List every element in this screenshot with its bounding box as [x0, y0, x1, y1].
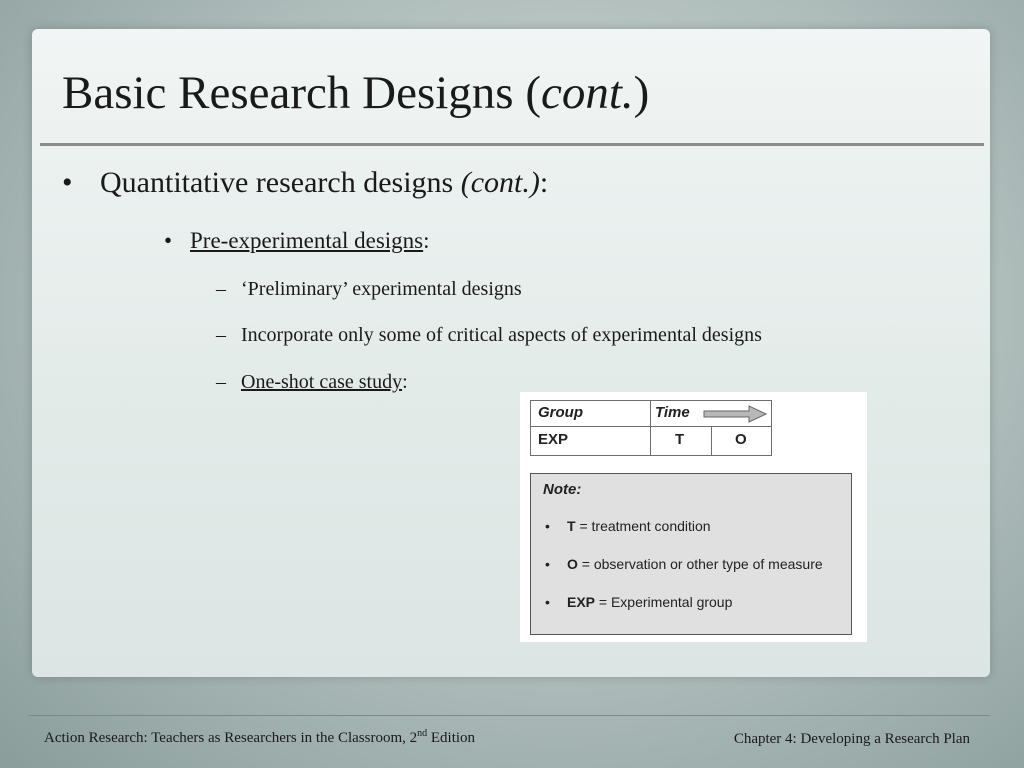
note-bullet: • — [545, 594, 550, 610]
one-shot-figure: Group Time EXP T O Note: • T = treatment … — [520, 392, 867, 642]
sub-item-suffix: : — [402, 371, 408, 393]
header-group: Group — [538, 404, 583, 421]
note-key: O — [567, 556, 578, 572]
row-group: EXP — [538, 431, 569, 448]
note-bullet: • — [545, 518, 550, 534]
title-rule — [40, 143, 984, 146]
slide-title: Basic Research Designs (cont.) — [62, 66, 649, 120]
title-end: ) — [633, 67, 650, 119]
note-key: EXP — [567, 594, 596, 610]
footer-left-text: Action Research: Teachers as Researchers… — [44, 730, 418, 746]
bullet-suffix: : — [539, 166, 549, 199]
sub-item-text: One-shot case study — [241, 371, 403, 393]
bullet-text: Pre-experimental designs — [190, 228, 424, 253]
design-table: Group Time EXP T O — [530, 400, 772, 456]
time-arrow-icon — [703, 405, 767, 423]
sub-item-text: Incorporate only some of critical aspect… — [241, 324, 762, 346]
sub-item-text: ‘Preliminary’ experimental designs — [241, 278, 522, 300]
note-key: T — [567, 518, 576, 534]
table-divider — [650, 401, 651, 455]
bullet-pre-experimental: • Pre-experimental designs: — [164, 228, 430, 254]
note-text: = treatment condition — [575, 518, 711, 534]
bullet-quantitative: • Quantitative research designs (cont.): — [62, 166, 548, 200]
footer-chapter: Chapter 4: Developing a Research Plan — [733, 731, 970, 747]
bullet-marker: • — [164, 228, 173, 253]
title-text: Basic Research Designs ( — [62, 67, 541, 119]
row-t: T — [675, 431, 685, 448]
note-text: = observation or other type of measure — [577, 556, 823, 572]
note-bullet: • — [545, 556, 550, 572]
sub-item-incorporate: – Incorporate only some of critical aspec… — [216, 324, 762, 347]
note-item: • T = treatment condition — [545, 518, 711, 534]
bullet-text: Quantitative research designs — [100, 166, 461, 199]
note-title: Note: — [543, 481, 582, 498]
bullet-italic: (cont.) — [460, 166, 540, 199]
sub-item-one-shot: – One-shot case study: — [216, 371, 408, 394]
dash-marker: – — [216, 371, 226, 393]
note-item: • O = observation or other type of measur… — [545, 556, 823, 572]
footer-left-end: Edition — [427, 730, 476, 746]
footer-book-title: Action Research: Teachers as Researchers… — [44, 728, 475, 747]
title-italic: cont. — [541, 67, 634, 119]
bullet-marker: • — [62, 166, 73, 199]
dash-marker: – — [216, 324, 226, 346]
footer-rule — [28, 715, 990, 716]
table-divider — [711, 427, 712, 456]
note-item: • EXP = Experimental group — [545, 594, 732, 610]
row-o: O — [735, 431, 747, 448]
dash-marker: – — [216, 278, 226, 300]
note-box: Note: • T = treatment condition • O = obse… — [530, 473, 852, 635]
table-divider — [531, 426, 771, 427]
header-time: Time — [655, 404, 690, 421]
note-text: = Experimental group — [595, 594, 733, 610]
sub-item-preliminary: – ‘Preliminary’ experimental designs — [216, 278, 522, 301]
footer-sup: nd — [417, 728, 428, 739]
bullet-suffix: : — [423, 228, 430, 253]
